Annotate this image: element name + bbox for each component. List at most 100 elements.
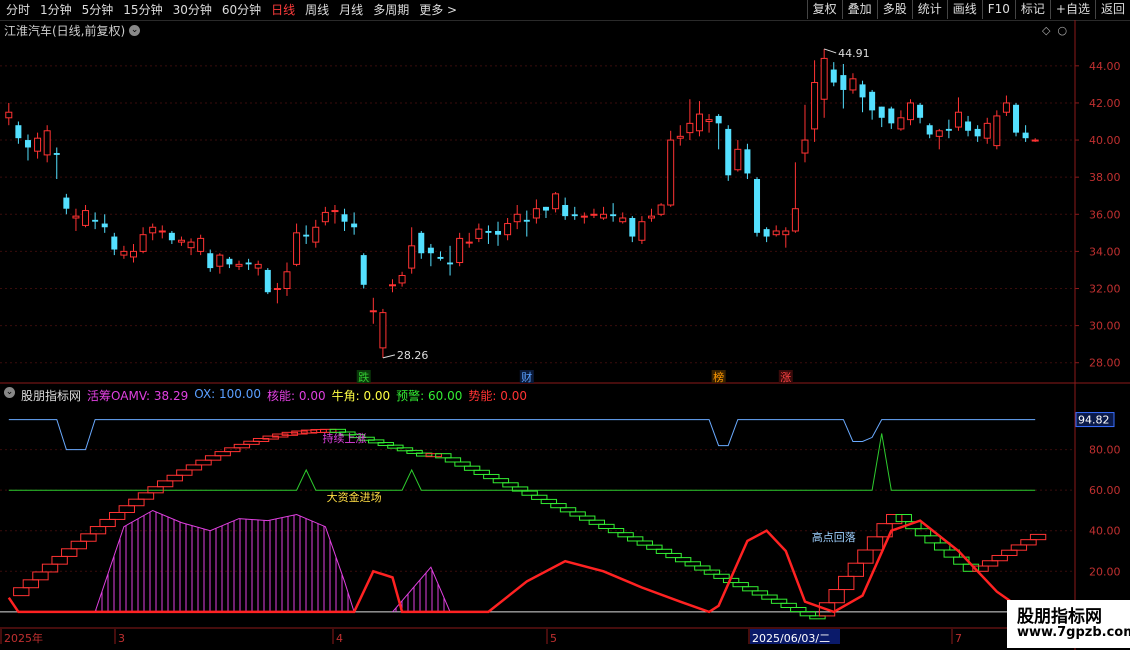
- annotation: 高点回落: [812, 530, 856, 544]
- oamv-step: [80, 533, 97, 542]
- oamv-step: [646, 544, 663, 550]
- oamv-step: [713, 573, 730, 579]
- candle-body: [791, 208, 799, 232]
- candle-body: [820, 57, 828, 100]
- candle-body: [705, 119, 713, 123]
- oamv-step: [991, 554, 1008, 562]
- oamv-step: [981, 560, 999, 567]
- candle-body: [504, 223, 512, 236]
- candle-body: [15, 125, 22, 139]
- oamv-step: [521, 490, 538, 496]
- high-label: 44.91: [838, 47, 870, 60]
- oamv-step: [89, 526, 107, 535]
- oamv-step: [214, 451, 231, 457]
- candle-body: [273, 288, 281, 290]
- indicator-header: ⌄ 股朋指标网 活筹OAMV: 38.29 OX: 100.00 核能: 0.00 牛…: [4, 387, 527, 404]
- indicator-menu-icon[interactable]: ⌄: [4, 387, 15, 398]
- candle-body: [5, 111, 13, 119]
- oamv-step: [176, 469, 193, 476]
- candle-body: [369, 310, 377, 313]
- candle-body: [34, 137, 42, 152]
- oamv-step: [444, 457, 462, 463]
- candle-body: [1031, 139, 1039, 142]
- candle-body: [849, 78, 857, 91]
- oamv-step: [780, 602, 797, 608]
- oamv-step: [828, 589, 845, 604]
- candle-body: [907, 102, 914, 121]
- oamv-step: [473, 469, 490, 475]
- xaxis-label: 3: [118, 632, 125, 645]
- indicator-value: OX: 100.00: [194, 387, 262, 401]
- candle-body: [379, 312, 387, 349]
- oamv-step: [156, 480, 174, 488]
- oamv-step: [1029, 533, 1047, 541]
- candle-body: [130, 250, 137, 258]
- candle-body: [580, 215, 588, 218]
- oamv-step: [559, 507, 577, 513]
- annotation: 大资金进场: [327, 490, 382, 504]
- low-pointer: [382, 354, 396, 359]
- candle-body: [53, 153, 60, 155]
- oamv-step: [166, 474, 183, 482]
- candle-body: [177, 239, 185, 243]
- candle-body: [465, 241, 473, 244]
- oamv-step: [22, 579, 40, 589]
- candle-body: [734, 148, 742, 171]
- candle-body: [657, 204, 665, 215]
- oamv-step: [32, 571, 49, 581]
- candle-body: [562, 205, 569, 217]
- price-tick-label: 32.00: [1089, 283, 1121, 296]
- oamv-step: [857, 549, 874, 564]
- candle-body: [82, 210, 90, 226]
- candle-body: [389, 284, 396, 287]
- candle-body: [993, 115, 1001, 147]
- xaxis-label: 7: [955, 632, 962, 645]
- candle-body: [226, 258, 233, 265]
- oamv-step: [579, 515, 596, 521]
- oamv-step: [924, 535, 941, 544]
- oamv-step: [636, 540, 653, 546]
- oamv-step: [435, 453, 452, 459]
- candle-body: [811, 82, 819, 130]
- candle-body: [158, 230, 166, 233]
- ind-tick-label: 80.00: [1089, 444, 1121, 457]
- oamv-step: [41, 563, 59, 573]
- price-tick-label: 44.00: [1089, 60, 1121, 73]
- oamv-step: [233, 443, 251, 449]
- candle-body: [629, 217, 636, 237]
- candle-body: [542, 206, 549, 211]
- oamv-step: [492, 478, 510, 484]
- oamv-step: [540, 498, 558, 505]
- candle-body: [974, 128, 981, 137]
- candle-body: [341, 214, 348, 222]
- price-tick-label: 42.00: [1089, 97, 1121, 110]
- oamv-step: [454, 461, 471, 467]
- candle-body: [331, 210, 339, 213]
- high-pointer: [824, 48, 837, 54]
- annotation: 持续上涨: [323, 431, 367, 445]
- candle-body: [917, 104, 924, 118]
- candle-body: [600, 213, 608, 219]
- candle-body: [965, 121, 972, 131]
- candle-body: [207, 253, 214, 269]
- candle-body: [619, 217, 627, 223]
- candle-body: [216, 254, 224, 267]
- candle-body: [437, 256, 444, 259]
- low-label: 28.26: [397, 349, 429, 362]
- watermark: 股朋指标网 www.7gpzb.com: [1007, 600, 1130, 648]
- oamv-step: [1020, 539, 1037, 546]
- price-tick-label: 28.00: [1089, 357, 1121, 370]
- ind-tick-label: 20.00: [1089, 565, 1121, 578]
- oamv-step: [627, 536, 644, 542]
- oamv-step: [118, 505, 135, 513]
- oamv-step: [61, 548, 78, 557]
- chart-canvas: 44.00 42.00 40.00 38.00 36.00 34.00 32.00 30.00…: [0, 20, 1130, 650]
- candle-body: [168, 232, 175, 241]
- candle-body: [590, 213, 598, 216]
- oamv-step: [128, 498, 145, 507]
- candle-body: [676, 135, 684, 139]
- candle-body: [245, 262, 252, 265]
- candle-body: [293, 232, 301, 265]
- candle-body: [954, 111, 962, 128]
- candle-body: [754, 179, 761, 233]
